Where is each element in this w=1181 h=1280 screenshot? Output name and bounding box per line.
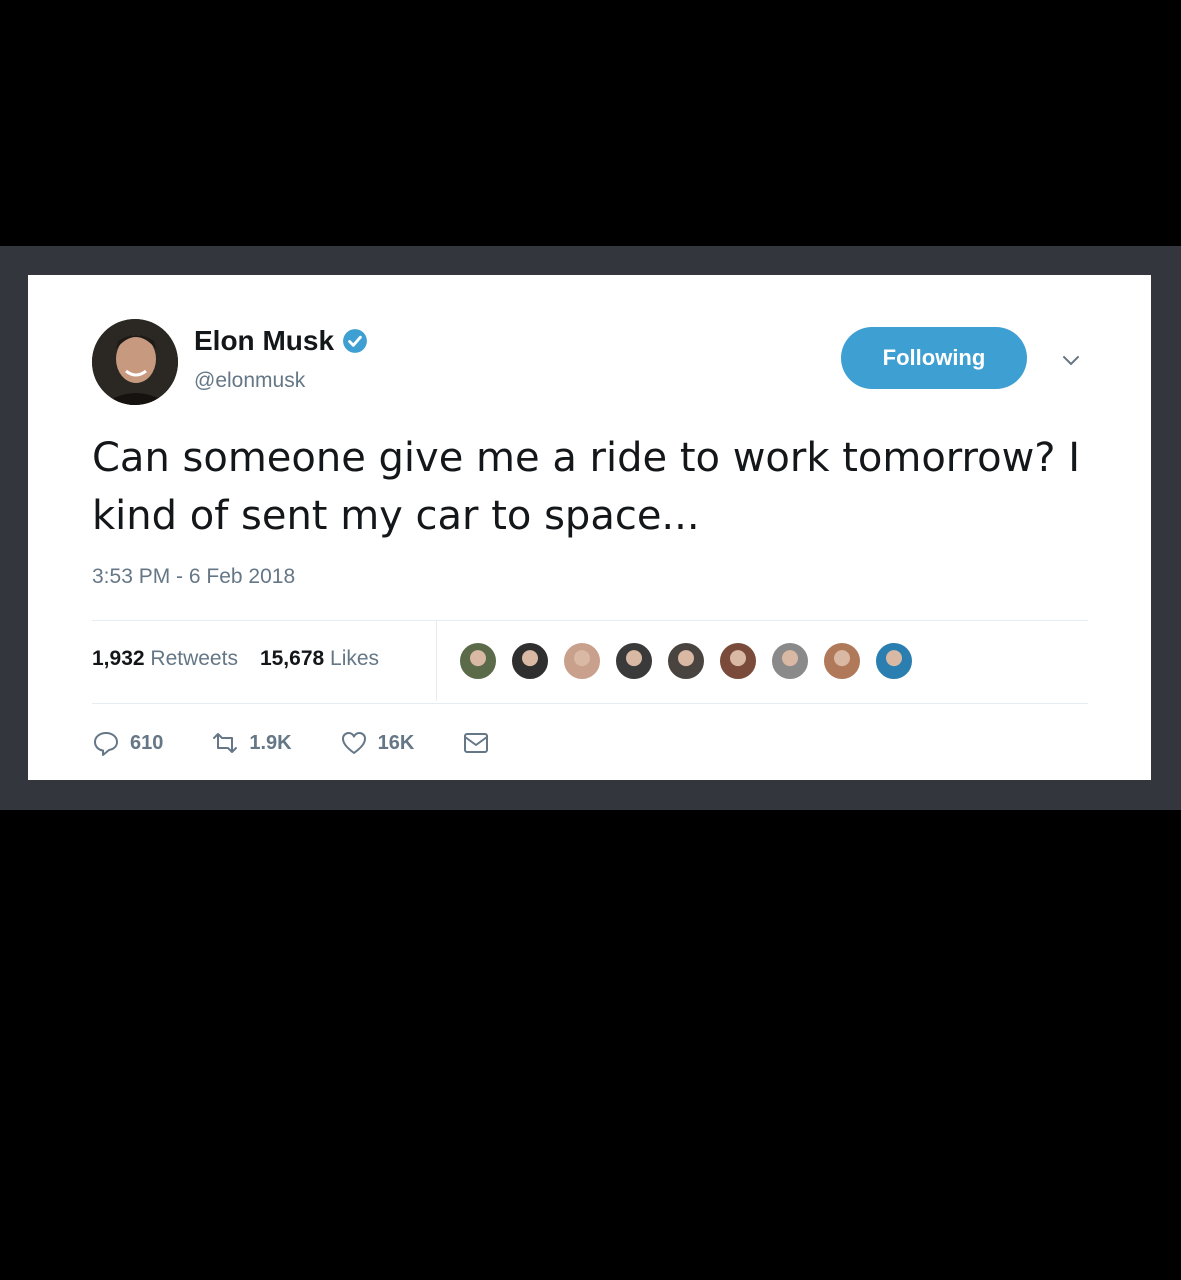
engagement-stats: 1,932 Retweets 15,678 Likes bbox=[92, 647, 379, 671]
like-count: 16K bbox=[377, 731, 415, 754]
envelope-icon bbox=[464, 733, 489, 753]
retweet-count: 1.9K bbox=[249, 731, 292, 754]
likes-count: 15,678 bbox=[259, 647, 325, 670]
reply-count: 610 bbox=[130, 731, 164, 754]
liker-avatar-2[interactable] bbox=[510, 641, 550, 681]
verified-badge-icon bbox=[343, 329, 367, 353]
liker-avatar-6[interactable] bbox=[718, 641, 758, 681]
liker-avatar-7[interactable] bbox=[770, 641, 810, 681]
reply-icon bbox=[94, 732, 118, 756]
liker-avatar-1[interactable] bbox=[458, 641, 498, 681]
liker-avatars bbox=[458, 641, 914, 681]
retweet-icon bbox=[213, 733, 238, 753]
stats-separator bbox=[436, 621, 437, 701]
tweet-actions: 610 1.9K 16K bbox=[92, 729, 538, 757]
retweets-stat[interactable]: 1,932 Retweets bbox=[92, 647, 238, 671]
likes-label: Likes bbox=[330, 647, 380, 670]
tweet-timestamp[interactable]: 3:53 PM - 6 Feb 2018 bbox=[92, 565, 295, 589]
liker-avatar-4[interactable] bbox=[614, 641, 654, 681]
heart-icon bbox=[341, 732, 366, 754]
tweet-text: Can someone give me a ride to work tomor… bbox=[92, 435, 1081, 539]
likes-stat[interactable]: 15,678 Likes bbox=[260, 647, 379, 671]
author-handle[interactable]: @elonmusk bbox=[194, 369, 305, 393]
liker-avatar-8[interactable] bbox=[822, 641, 862, 681]
chevron-down-icon[interactable] bbox=[1060, 349, 1082, 371]
tweet-card: Elon Musk @elonmusk Following Can someon… bbox=[28, 275, 1151, 780]
following-button[interactable]: Following bbox=[841, 327, 1027, 389]
direct-message-button[interactable] bbox=[462, 729, 490, 757]
author-name[interactable]: Elon Musk bbox=[194, 325, 334, 357]
liker-avatar-5[interactable] bbox=[666, 641, 706, 681]
retweets-count: 1,932 bbox=[92, 647, 145, 670]
reply-button[interactable]: 610 bbox=[92, 729, 163, 757]
retweet-button[interactable]: 1.9K bbox=[211, 729, 292, 757]
author-avatar[interactable] bbox=[92, 319, 178, 405]
retweets-label: Retweets bbox=[150, 647, 238, 670]
like-button[interactable]: 16K bbox=[340, 729, 415, 757]
divider-top bbox=[92, 620, 1088, 621]
liker-avatar-9[interactable] bbox=[874, 641, 914, 681]
liker-avatar-3[interactable] bbox=[562, 641, 602, 681]
divider-bottom bbox=[92, 703, 1088, 704]
author-name-row: Elon Musk bbox=[194, 325, 368, 357]
